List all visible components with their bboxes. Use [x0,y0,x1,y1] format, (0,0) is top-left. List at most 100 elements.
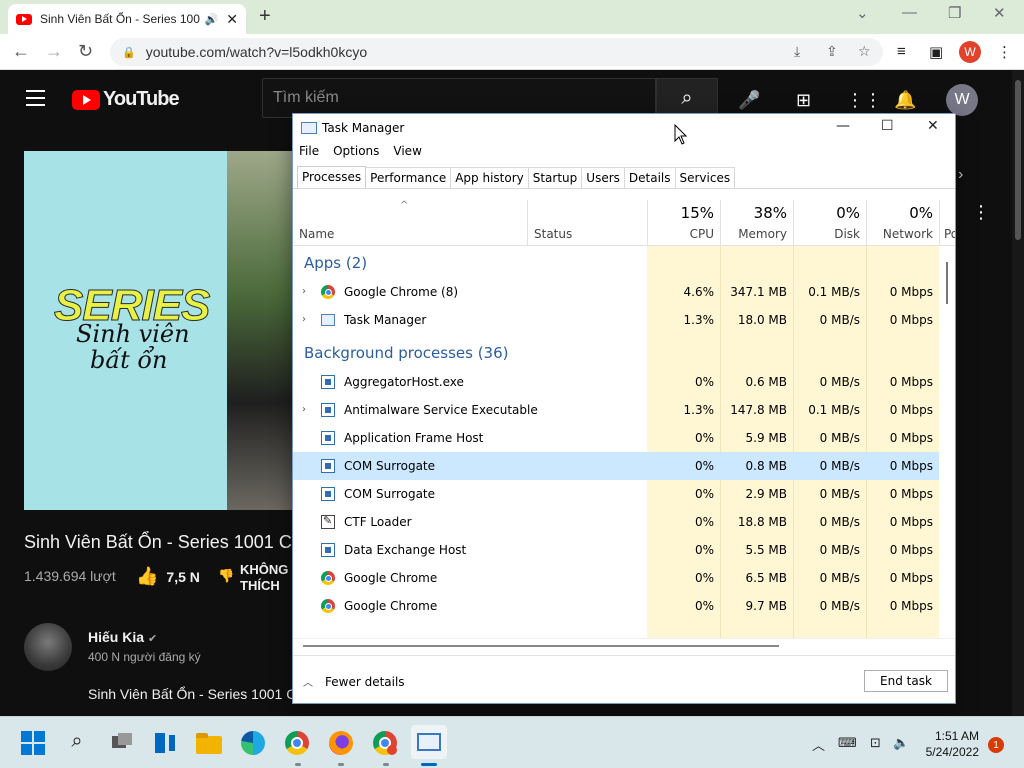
apps-grid-icon[interactable]: ⋮⋮ [846,90,882,111]
chrome-menu-icon[interactable]: ⋮ [997,43,1012,61]
tab-close-icon[interactable]: ✕ [226,11,238,28]
video-description[interactable]: Sinh Viên Bất Ổn - Series 1001 Cá [88,686,304,702]
thumbs-down-icon: 👎 [218,568,235,583]
lock-icon[interactable]: 🔒 [122,46,136,59]
menu-view[interactable]: View [387,144,427,164]
more-options-icon[interactable]: ⋮ [972,202,990,223]
tab-startup[interactable]: Startup [527,167,583,189]
minimize-icon[interactable]: — [836,118,850,134]
process-row[interactable]: COM Surrogate 0% 0.8 MB 0 MB/s 0 Mbps [293,452,939,480]
bookmark-star-icon[interactable]: ☆ [858,43,871,60]
fewer-details-button[interactable]: ︿ Fewer details [303,674,405,690]
minimize-icon[interactable]: — [902,4,917,21]
notification-badge[interactable]: 1 [988,737,1004,753]
tab-processes[interactable]: Processes [297,166,367,189]
column-name[interactable]: Name [293,200,527,245]
channel-avatar[interactable] [24,623,72,671]
mouse-cursor-icon [674,124,688,145]
start-button[interactable] [20,730,46,756]
process-memory: 347.1 MB [730,285,787,299]
tab-performance[interactable]: Performance [365,167,452,189]
browser-tab-youtube[interactable]: Sinh Viên Bất Ổn - Series 100 🔊 ✕ [8,4,246,34]
keyboard-icon[interactable]: ⌨ [838,735,857,751]
close-window-icon[interactable]: ✕ [993,4,1006,22]
expand-chevron-icon[interactable]: › [302,314,306,325]
microphone-icon[interactable]: 🎤 [738,90,760,111]
clock[interactable]: 1:51 AM 5/24/2022 [921,728,979,760]
side-panel-icon[interactable]: ▣ [929,43,943,61]
like-count: 7,5 N [166,568,200,585]
process-row[interactable]: › Task Manager 1.3% 18.0 MB 0 MB/s 0 Mbps [293,306,939,334]
process-row[interactable]: Google Chrome 0% 9.7 MB 0 MB/s 0 Mbps [293,592,939,620]
maximize-icon[interactable]: ☐ [881,118,894,134]
vertical-scrollbar[interactable] [939,246,955,638]
horizontal-scrollbar[interactable] [293,638,955,652]
task-manager-titlebar[interactable]: Task Manager — ☐ ✕ [293,114,955,142]
like-button[interactable]: 👍 7,5 N [136,566,200,587]
task-manager-taskbar-button[interactable] [411,725,447,759]
menu-icon[interactable] [26,90,45,111]
process-row[interactable]: › Antimalware Service Executable 1.3% 147.8… [293,396,939,424]
account-avatar[interactable]: W [946,84,978,116]
menu-options[interactable]: Options [327,144,385,164]
menu-file[interactable]: File [293,144,325,164]
tab-users[interactable]: Users [581,167,625,189]
chrome-icon[interactable] [284,730,310,756]
file-explorer-icon[interactable] [196,730,222,756]
system-process-icon [321,403,335,417]
search-input[interactable]: Tìm kiếm [262,78,656,118]
share-icon[interactable]: ⇪ [826,43,838,60]
expand-chevron-icon[interactable]: › [302,404,306,415]
tab-search-icon[interactable]: ⌄ [856,4,869,22]
profile-avatar[interactable]: W [959,41,981,63]
omnibox[interactable]: 🔒 youtube.com/watch?v=l5odkh0kcyo [110,38,883,66]
column-status[interactable]: Status [527,200,647,245]
install-icon[interactable]: ⤓ [794,43,800,60]
media-control-icon[interactable]: ≡ [897,43,906,60]
video-player[interactable]: SERIES Sinh viên bất ổn [24,151,294,510]
search-icon[interactable]: ⌕ [64,730,90,756]
process-row[interactable]: › Google Chrome (8) 4.6% 347.1 MB 0.1 MB/s 0 … [293,278,939,306]
process-row[interactable]: Google Chrome 0% 6.5 MB 0 MB/s 0 Mbps [293,564,939,592]
close-icon[interactable]: ✕ [927,118,939,134]
process-row[interactable]: AggregatorHost.exe 0% 0.6 MB 0 MB/s 0 Mbps [293,368,939,396]
tab-services[interactable]: Services [674,167,736,189]
column-name-label: Name [299,227,335,241]
create-video-icon[interactable]: ⊞ [796,90,811,111]
column-cpu[interactable]: 15% CPU [647,200,720,245]
new-tab-button[interactable]: + [259,5,271,28]
expand-chevron-icon[interactable]: › [302,286,306,297]
firefox-icon[interactable] [328,730,354,756]
edge-icon[interactable] [240,730,266,756]
back-icon[interactable]: ← [12,41,30,62]
forward-icon[interactable]: → [45,41,63,62]
page-scrollbar[interactable] [1012,70,1024,716]
speaker-icon[interactable]: 🔊 [205,13,219,26]
restore-icon[interactable]: ❐ [948,4,961,22]
show-hidden-icons-icon[interactable]: ︿ [812,735,825,754]
column-network[interactable]: 0% Network [866,200,939,245]
search-button[interactable]: ⌕ [656,78,718,118]
notifications-bell-icon[interactable]: 🔔 [894,90,916,111]
chrome-profile-icon[interactable] [372,730,398,756]
process-disk: 0 MB/s [819,313,860,327]
tab-details[interactable]: Details [623,167,676,189]
tab-app-history[interactable]: App history [450,167,529,189]
process-row[interactable]: CTF Loader 0% 18.8 MB 0 MB/s 0 Mbps [293,508,939,536]
reload-icon[interactable]: ↻ [78,41,93,62]
chevron-right-icon[interactable]: › [958,166,963,184]
youtube-logo[interactable]: YouTube [72,88,180,111]
end-task-button[interactable]: End task [864,670,948,692]
task-view-icon[interactable] [109,730,135,756]
widgets-icon[interactable] [153,730,179,756]
column-memory[interactable]: 38% Memory [720,200,793,245]
column-power[interactable]: Po [939,200,955,245]
dislike-button[interactable]: 👎 KHÔNG THÍCH [218,562,288,594]
channel-name[interactable]: Hiếu Kia ✔ [88,629,157,645]
column-disk[interactable]: 0% Disk [793,200,866,245]
process-row[interactable]: COM Surrogate 0% 2.9 MB 0 MB/s 0 Mbps [293,480,939,508]
network-icon[interactable]: ⊡ [870,735,881,751]
process-row[interactable]: Application Frame Host 0% 5.9 MB 0 MB/s 0 Mb… [293,424,939,452]
process-row[interactable]: Data Exchange Host 0% 5.5 MB 0 MB/s 0 Mbps [293,536,939,564]
volume-icon[interactable]: 🔈 [893,735,909,751]
